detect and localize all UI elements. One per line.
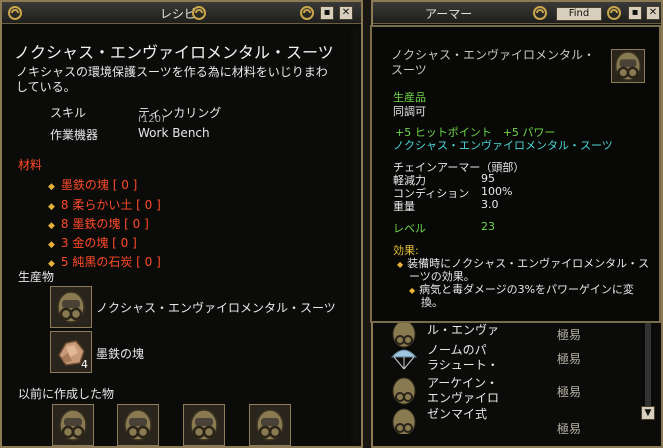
armor-list-item[interactable]: ノームのパ ラシュート・ 極易	[389, 342, 629, 374]
armor-item-difficulty: 極易	[557, 352, 582, 366]
mask-helmet-icon	[392, 377, 416, 405]
material-label: 墨鉄の塊 [ 0 ]	[60, 178, 138, 192]
material-item[interactable]: ◆ 墨鉄の塊 [ 0 ]	[48, 176, 137, 193]
previous-item-slot[interactable]	[117, 404, 159, 446]
product-quantity: 4	[81, 358, 88, 371]
material-item[interactable]: ◆ 8 墨鉄の塊 [ 0 ]	[48, 215, 149, 232]
ornament-swirl-icon	[192, 6, 207, 20]
armor-item-difficulty: 極易	[557, 385, 582, 399]
close-button[interactable]: ✕	[646, 6, 660, 20]
item-tooltip: ノクシャス・エンヴァイロメンタル・ スーツ 生産品 同調可 +5 ヒットポイント…	[370, 25, 661, 323]
station-label: 作業機器	[50, 128, 99, 142]
recipe-titlebar[interactable]: レシピ ▪ ✕	[2, 2, 361, 24]
material-label: 5 純黒の石炭 [ 0 ]	[60, 255, 161, 269]
mask-helmet-icon	[615, 51, 641, 81]
mask-helmet-icon	[124, 409, 152, 441]
station-value: Work Bench	[138, 126, 210, 140]
tooltip-effect-sub-cont: 換。	[421, 296, 443, 309]
armor-item-name: アーケイン・ エンヴァイロ	[427, 376, 500, 405]
material-item[interactable]: ◆ 8 柔らかい土 [ 0 ]	[48, 196, 161, 213]
material-item[interactable]: ◆ 3 金の塊 [ 0 ]	[48, 234, 137, 251]
mask-helmet-icon	[256, 409, 284, 441]
armor-list-item[interactable]: ゼンマイ式 極易	[389, 406, 629, 434]
recipe-item-title: ノクシャス・エンヴァイロメンタル・スーツ	[14, 43, 334, 62]
skill-label: スキル	[50, 106, 87, 120]
scroll-down-button[interactable]: ▼	[641, 406, 655, 420]
product-name: ノクシャス・エンヴァイロメンタル・スーツ	[96, 301, 336, 315]
product-slot[interactable]	[50, 286, 92, 328]
skill-level: (120)	[138, 114, 165, 122]
armor-item-name: ル・エンヴァ	[427, 323, 500, 337]
tooltip-item-name-cont: スーツ	[391, 63, 427, 77]
recipe-description: ノキシャスの環境保護スーツを作る為に材料をいじりまわしている。	[16, 65, 328, 94]
material-label: 3 金の塊 [ 0 ]	[60, 236, 137, 250]
armor-item-difficulty: 極易	[557, 328, 582, 342]
ornament-swirl-icon	[533, 6, 548, 20]
armor-window-title: アーマー	[425, 7, 473, 21]
previous-heading: 以前に作成した物	[18, 387, 115, 401]
armor-list-item[interactable]: アーケイン・ エンヴァイロ 極易	[389, 375, 629, 407]
stat-value: 3.0	[481, 198, 499, 211]
tooltip-effect-sub-line: 病気と毒ダメージの3%をパワーゲインに変	[419, 283, 634, 296]
tooltip-level-value: 23	[481, 220, 495, 233]
tooltip-set-name: ノクシャス・エンヴァイロメンタル・スーツ	[393, 139, 613, 152]
product-slot[interactable]: 4	[50, 331, 92, 373]
scroll-track[interactable]	[645, 318, 651, 406]
previous-item-slot[interactable]	[183, 404, 225, 446]
tooltip-level-label: レベル	[393, 222, 426, 235]
stat-value: 95	[481, 172, 495, 185]
mask-helmet-icon	[190, 409, 218, 441]
stat-label: 重量	[393, 200, 415, 213]
previous-item-slot[interactable]	[249, 404, 291, 446]
product-name: 墨鉄の塊	[96, 347, 145, 361]
recipe-window: レシピ ▪ ✕ ノクシャス・エンヴァイロメンタル・スーツ ノキシャスの環境保護ス…	[0, 0, 363, 448]
armor-item-name: ノームのパ ラシュート・	[427, 343, 499, 372]
material-label: 8 柔らかい土 [ 0 ]	[60, 198, 161, 212]
parachute-icon	[390, 349, 418, 370]
material-item[interactable]: ◆ 5 純黒の石炭 [ 0 ]	[48, 253, 161, 270]
material-label: 8 墨鉄の塊 [ 0 ]	[60, 217, 149, 231]
previous-item-slot[interactable]	[52, 404, 94, 446]
products-heading: 生産物	[18, 270, 55, 284]
mask-helmet-icon	[59, 409, 87, 441]
stat-value: 100%	[481, 185, 513, 198]
minimize-button[interactable]: ▪	[320, 6, 334, 20]
armor-item-difficulty: 極易	[557, 422, 582, 434]
recipe-scrollbar[interactable]	[351, 26, 359, 442]
find-button[interactable]: Find	[556, 7, 602, 21]
materials-heading: 材料	[18, 158, 43, 172]
tooltip-tradeable: 同調可	[393, 105, 426, 118]
mask-helmet-icon	[57, 291, 85, 323]
ornament-swirl-icon	[300, 6, 315, 20]
tooltip-item-thumbnail	[611, 49, 645, 83]
mask-helmet-icon	[392, 408, 416, 434]
ornament-swirl-icon	[607, 6, 622, 20]
armor-titlebar[interactable]: アーマー Find ▪ ✕	[373, 2, 661, 24]
ornament-swirl-icon	[8, 6, 23, 20]
minimize-button[interactable]: ▪	[628, 6, 642, 20]
armor-item-name: ゼンマイ式	[427, 407, 488, 421]
close-button[interactable]: ✕	[339, 6, 353, 20]
